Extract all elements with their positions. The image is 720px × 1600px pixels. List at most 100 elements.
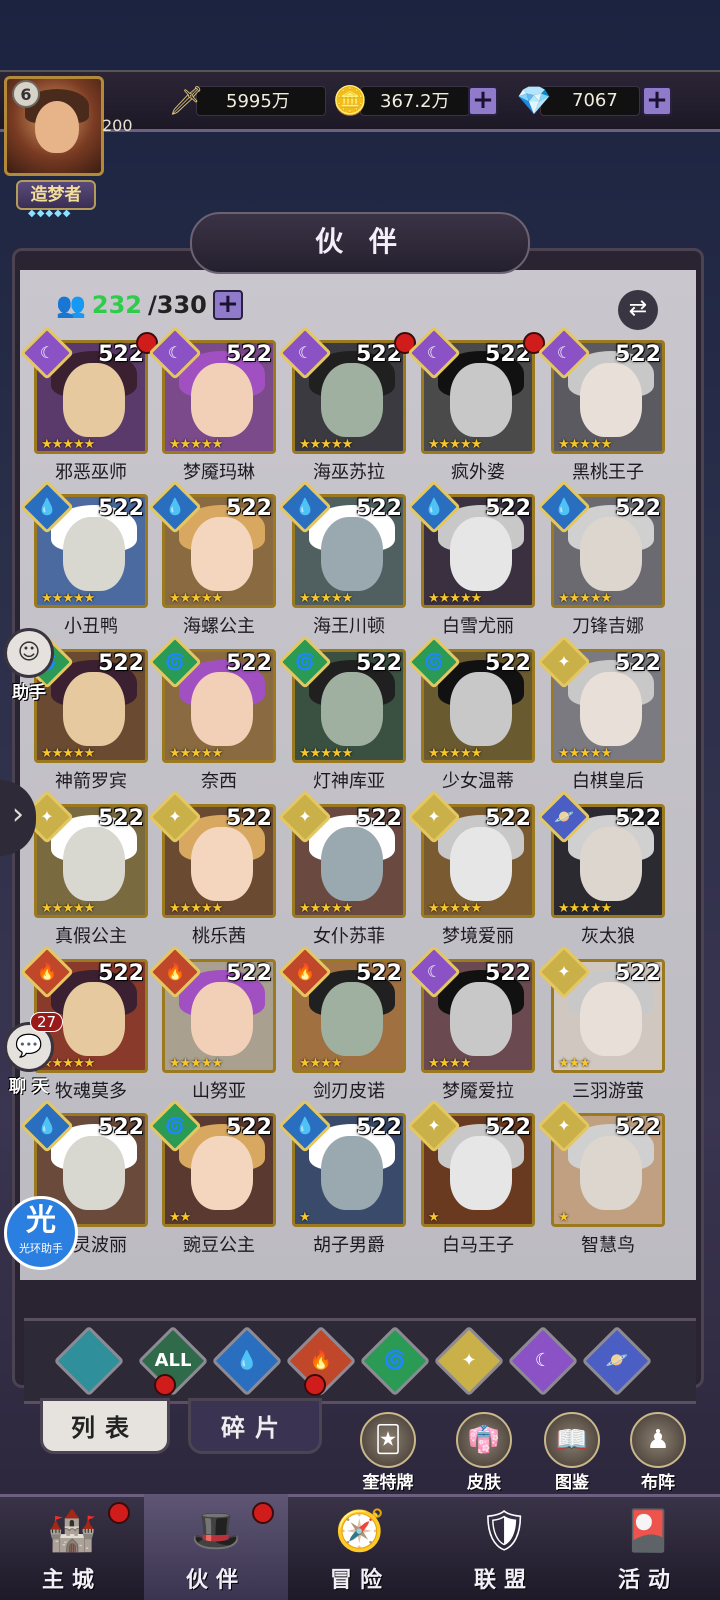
star-rating-icon: ★★★★★ <box>169 1056 223 1071</box>
tool-icon: 👘 <box>456 1412 512 1468</box>
companion-card[interactable]: ★ ✦ 522 智慧鸟 <box>537 1099 665 1259</box>
tool-button[interactable]: 📖 图鉴 <box>534 1412 610 1493</box>
companion-name: 山努亚 <box>192 1081 246 1102</box>
companion-card[interactable]: ★★★★★ ✦ 522 女仆苏菲 <box>278 790 406 950</box>
tool-label: 布阵 <box>641 1473 675 1493</box>
chat-unread-badge: 27 <box>30 1012 64 1032</box>
portrait-face <box>321 827 383 901</box>
title-stars-icon: ◆◆◆◆◆ <box>28 208 72 219</box>
star-rating-icon: ★★ <box>169 1210 191 1225</box>
companion-level: 522 <box>226 1115 272 1140</box>
portrait-face <box>191 827 253 901</box>
companion-card[interactable]: ★★★★★ 🌀 522 少女温蒂 <box>407 635 535 795</box>
tab-shards[interactable]: 碎片 <box>188 1398 322 1454</box>
player-title-badge[interactable]: 造梦者 <box>16 180 96 210</box>
portrait-face <box>191 1136 253 1210</box>
star-rating-icon: ★★★★★ <box>558 746 612 761</box>
companion-card[interactable]: ★★★★★ 🌀 522 灯神库亚 <box>278 635 406 795</box>
companion-card[interactable]: ★★★★★ ✦ 522 白棋皇后 <box>537 635 665 795</box>
companion-card[interactable]: ★★★★★ ☾ 522 黑桃王子 <box>537 326 665 486</box>
diamond-resource: 💎 7067 <box>514 84 618 117</box>
nav-4-button[interactable]: 🎴 活动 <box>576 1494 720 1600</box>
companion-card[interactable]: ★★★★★ ☾ 522 邪恶巫师 <box>20 326 158 486</box>
star-rating-icon: ★★★★★ <box>428 591 482 606</box>
portrait-face <box>580 827 642 901</box>
star-rating-icon: ★★★★★ <box>558 901 612 916</box>
nav-3-button[interactable]: 🛡 联盟 <box>432 1494 576 1600</box>
companion-name: 梦魇爱拉 <box>442 1081 514 1102</box>
star-rating-icon: ★★★★★ <box>169 437 223 452</box>
filter-planet-icon: 🪐 <box>605 1350 629 1371</box>
companion-count-total: /330 <box>148 291 207 319</box>
companion-card[interactable]: ★★★★★ 💧 522 白雪尤丽 <box>407 480 535 640</box>
companion-card[interactable]: ★★★★ ☾ 522 梦魇爱拉 <box>407 945 535 1105</box>
companion-level: 522 <box>356 1115 402 1140</box>
companion-card[interactable]: ★ 💧 522 胡子男爵 <box>278 1099 406 1259</box>
sort-swap-button[interactable]: ⇄ <box>618 290 658 330</box>
companion-name: 女仆苏菲 <box>313 926 385 947</box>
companion-card[interactable]: ★★★★★ ✦ 522 真假公主 <box>20 790 148 950</box>
companion-level: 522 <box>485 496 531 521</box>
companion-name: 邪恶巫师 <box>55 462 127 483</box>
nav-2-button[interactable]: 🧭 冒险 <box>288 1494 432 1600</box>
companion-level: 522 <box>615 496 661 521</box>
companion-card[interactable]: ★★ 🌀 522 豌豆公主 <box>148 1099 276 1259</box>
guanghuan-assistant-button[interactable]: 光 光环助手 <box>4 1196 78 1270</box>
companion-card[interactable]: ★★★★★ 🪐 522 灰太狼 <box>537 790 665 950</box>
companion-card[interactable]: ★★★★★ ✦ 522 桃乐茜 <box>148 790 276 950</box>
companion-name: 白马王子 <box>442 1235 514 1256</box>
companion-count: 👥 232 /330 + <box>56 290 243 320</box>
tool-button[interactable]: 👘 皮肤 <box>446 1412 522 1493</box>
star-rating-icon: ★ <box>428 1210 440 1225</box>
nav-icon: 🎴 <box>623 1508 673 1554</box>
star-rating-icon: ★★★★★ <box>299 591 353 606</box>
tool-button[interactable]: 🃏 奎特牌 <box>350 1412 426 1493</box>
tool-button[interactable]: ♟ 布阵 <box>620 1412 696 1493</box>
tool-icon: ♟ <box>630 1412 686 1468</box>
companion-card[interactable]: ★★★★ 🔥 522 剑刃皮诺 <box>278 945 406 1105</box>
tab-list[interactable]: 列表 <box>40 1398 170 1454</box>
companion-name: 海巫苏拉 <box>313 462 385 483</box>
tool-icon: 📖 <box>544 1412 600 1468</box>
chat-button[interactable]: 💬 聊 天 <box>2 1022 56 1097</box>
companion-level: 522 <box>485 806 531 831</box>
portrait-face <box>580 1136 642 1210</box>
companion-card[interactable]: ★★★★★ 💧 522 海王川顿 <box>278 480 406 640</box>
star-rating-icon: ★★★★★ <box>428 746 482 761</box>
add-gold-button[interactable]: + <box>468 86 498 116</box>
companion-card[interactable]: ★★★★★ ☾ 522 海巫苏拉 <box>278 326 416 486</box>
companion-name: 刀锋吉娜 <box>572 616 644 637</box>
companion-level: 522 <box>356 806 402 831</box>
companion-card[interactable]: ★★★★★ 🌀 522 奈西 <box>148 635 276 795</box>
add-diamond-button[interactable]: + <box>642 86 672 116</box>
companion-card[interactable]: ★★★ ✦ 522 三羽游萤 <box>537 945 665 1105</box>
assistant-icon: ☺ <box>4 628 54 678</box>
companion-card[interactable]: ★★★★★ 🔥 522 山努亚 <box>148 945 276 1105</box>
portrait-face <box>63 827 125 901</box>
diamond-value: 7067 <box>572 89 618 111</box>
people-icon: 👥 <box>56 291 86 319</box>
gold-resource: 🪙 367.2万 <box>330 84 450 117</box>
companion-level: 522 <box>98 806 144 831</box>
portrait-face <box>63 982 125 1056</box>
nav-icon: 🎩 <box>191 1508 241 1554</box>
companion-name: 梦魇玛琳 <box>183 462 255 483</box>
companion-card[interactable]: ★★★★★ 💧 522 刀锋吉娜 <box>537 480 665 640</box>
portrait-face <box>321 982 383 1056</box>
companion-card[interactable]: ★★★★★ ✦ 522 梦境爱丽 <box>407 790 535 950</box>
companion-card[interactable]: ★★★★★ 💧 522 海螺公主 <box>148 480 276 640</box>
companion-name: 神箭罗宾 <box>55 771 127 792</box>
companion-card[interactable]: ★★★★★ ☾ 522 梦魇玛琳 <box>148 326 276 486</box>
portrait-face <box>321 363 383 437</box>
companion-card[interactable]: ★★★★★ 💧 522 小丑鸭 <box>20 480 148 640</box>
add-capacity-button[interactable]: + <box>212 290 243 320</box>
portrait-face <box>450 517 512 591</box>
companion-level: 522 <box>615 651 661 676</box>
companion-card[interactable]: ★ ✦ 522 白马王子 <box>407 1099 535 1259</box>
companion-card[interactable]: ★★★★★ ☾ 522 疯外婆 <box>407 326 545 486</box>
player-level-badge: 6 <box>12 80 40 108</box>
filter-moon-icon: ☾ <box>534 1350 552 1371</box>
assistant-button[interactable]: ☺ 助手 <box>2 628 56 703</box>
guanghuan-icon: 光 <box>26 1203 56 1238</box>
star-rating-icon: ★★★★★ <box>41 901 95 916</box>
